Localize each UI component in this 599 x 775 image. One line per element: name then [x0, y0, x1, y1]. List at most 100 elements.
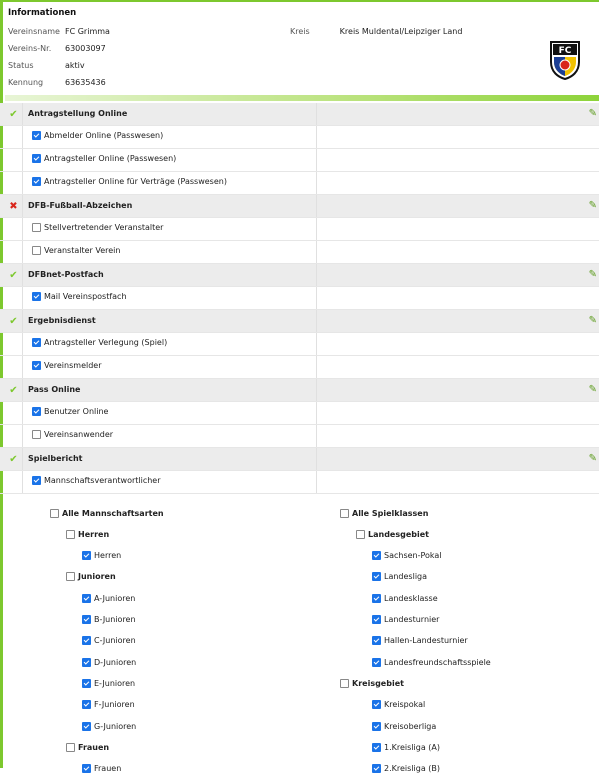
edit-icon[interactable]: ✎ — [589, 200, 597, 211]
tree-checkbox[interactable] — [82, 593, 91, 603]
edit-icon[interactable]: ✎ — [589, 315, 597, 326]
tree-label: Frauen — [78, 742, 110, 752]
permission-item[interactable]: Benutzer Online — [32, 407, 108, 416]
tree-checkbox[interactable] — [372, 572, 381, 582]
permission-item[interactable]: Vereinsmelder — [32, 361, 102, 370]
team-type-item[interactable]: G-Junioren — [82, 720, 136, 732]
permission-checkbox[interactable] — [32, 154, 41, 163]
tree-checkbox[interactable] — [372, 657, 381, 667]
permission-checkbox[interactable] — [32, 292, 41, 301]
tree-checkbox[interactable] — [372, 593, 381, 603]
permission-row: Vereinsmelder — [0, 356, 599, 379]
permission-checkbox[interactable] — [32, 177, 41, 186]
team-type-item[interactable]: D-Junioren — [82, 656, 136, 668]
team-type-item[interactable]: Herren — [66, 528, 109, 540]
tree-checkbox[interactable] — [372, 636, 381, 646]
team-type-item[interactable]: Frauen — [82, 763, 121, 775]
permission-label: Benutzer Online — [44, 407, 109, 416]
tree-checkbox[interactable] — [340, 678, 349, 688]
tree-checkbox[interactable] — [82, 678, 91, 688]
league-item[interactable]: Landesfreundschaftsspiele — [372, 656, 491, 668]
permission-item[interactable]: Antragsteller Online für Verträge (Passw… — [32, 177, 227, 186]
edit-icon[interactable]: ✎ — [589, 108, 597, 119]
tree-checkbox[interactable] — [82, 700, 91, 710]
league-item[interactable]: Sachsen-Pokal — [372, 550, 442, 562]
tree-checkbox[interactable] — [372, 721, 381, 731]
team-type-item[interactable]: F-Junioren — [82, 699, 135, 711]
permission-item[interactable]: Antragsteller Verlegung (Spiel) — [32, 338, 167, 347]
team-type-item[interactable]: A-Junioren — [82, 592, 135, 604]
permission-item[interactable]: Stellvertretender Veranstalter — [32, 223, 163, 232]
permission-checkbox[interactable] — [32, 407, 41, 416]
tree-label: A-Junioren — [94, 593, 136, 603]
team-type-item[interactable]: E-Junioren — [82, 677, 135, 689]
check-icon: ✔ — [9, 384, 18, 396]
tree-checkbox[interactable] — [372, 742, 381, 752]
league-item[interactable]: Alle Spielklassen — [340, 507, 428, 519]
permission-item[interactable]: Mannschaftsverantwortlicher — [32, 476, 161, 485]
tree-checkbox[interactable] — [372, 764, 381, 774]
permission-checkbox[interactable] — [32, 476, 41, 485]
league-item[interactable]: 2.Kreisliga (B) — [372, 763, 440, 775]
league-item[interactable]: Landesklasse — [372, 592, 438, 604]
permission-checkbox[interactable] — [32, 246, 41, 255]
league-item[interactable]: 1.Kreisliga (A) — [372, 741, 440, 753]
league-item[interactable]: Kreisoberliga — [372, 720, 436, 732]
permission-item[interactable]: Veranstalter Verein — [32, 246, 120, 255]
tree-checkbox[interactable] — [356, 529, 365, 539]
section-header: ✖ DFB-Fußball-Abzeichen ✎ — [0, 195, 599, 218]
permission-row: Abmelder Online (Passwesen) — [0, 126, 599, 149]
team-type-item[interactable]: B-Junioren — [82, 614, 136, 626]
league-item[interactable]: Kreisgebiet — [340, 677, 404, 689]
info-panel: Informationen Vereinsname FC Grimma Verei… — [8, 8, 593, 93]
tree-checkbox[interactable] — [372, 700, 381, 710]
section-divider — [5, 95, 599, 101]
league-item[interactable]: Hallen-Landesturnier — [372, 635, 468, 647]
tree-label: Kreisgebiet — [352, 678, 404, 688]
league-item[interactable]: Kreispokal — [372, 699, 425, 711]
permission-label: Abmelder Online (Passwesen) — [44, 131, 164, 140]
permission-checkbox[interactable] — [32, 430, 41, 439]
tree-label: B-Junioren — [94, 615, 136, 624]
permission-item[interactable]: Antragsteller Online (Passwesen) — [32, 154, 176, 163]
permission-item[interactable]: Mail Vereinspostfach — [32, 292, 127, 301]
league-item[interactable]: Landesturnier — [372, 614, 439, 626]
edit-icon[interactable]: ✎ — [589, 453, 597, 464]
permission-checkbox[interactable] — [32, 223, 41, 232]
tree-checkbox[interactable] — [82, 764, 91, 774]
tree-checkbox[interactable] — [66, 572, 75, 582]
kreis-label: Kreis — [290, 27, 310, 36]
tree-checkbox[interactable] — [82, 636, 91, 646]
league-item[interactable]: Landesliga — [372, 571, 427, 583]
team-type-item[interactable]: Frauen — [66, 741, 109, 753]
permission-row: Antragsteller Online (Passwesen) — [0, 149, 599, 172]
league-item[interactable]: Landesgebiet — [356, 528, 429, 540]
permission-item[interactable]: Vereinsanwender — [32, 430, 113, 439]
tree-label: Kreispokal — [384, 700, 426, 710]
tree-checkbox[interactable] — [82, 551, 91, 561]
kreis-row: Kreis Kreis Muldental/Leipziger Land — [290, 27, 462, 36]
permission-label: Mannschaftsverantwortlicher — [44, 476, 161, 485]
permission-checkbox[interactable] — [32, 131, 41, 140]
team-type-item[interactable]: Alle Mannschaftsarten — [50, 507, 164, 519]
tree-label: Landesgebiet — [368, 529, 429, 539]
team-type-item[interactable]: Junioren — [66, 571, 116, 583]
permission-item[interactable]: Abmelder Online (Passwesen) — [32, 131, 163, 140]
tree-checkbox[interactable] — [82, 657, 91, 667]
tree-checkbox[interactable] — [66, 742, 75, 752]
team-type-item[interactable]: C-Junioren — [82, 635, 136, 647]
tree-checkbox[interactable] — [50, 508, 59, 518]
tree-checkbox[interactable] — [66, 529, 75, 539]
tree-checkbox[interactable] — [340, 508, 349, 518]
section-title: Ergebnisdienst — [28, 316, 96, 325]
permission-checkbox[interactable] — [32, 361, 41, 370]
tree-checkbox[interactable] — [372, 551, 381, 561]
edit-icon[interactable]: ✎ — [589, 384, 597, 395]
edit-icon[interactable]: ✎ — [589, 269, 597, 280]
tree-checkbox[interactable] — [82, 721, 91, 731]
permission-checkbox[interactable] — [32, 338, 41, 347]
team-type-item[interactable]: Herren — [82, 550, 121, 562]
tree-checkbox[interactable] — [372, 615, 381, 624]
tree-checkbox[interactable] — [82, 615, 91, 624]
permission-row: Antragsteller Online für Verträge (Passw… — [0, 172, 599, 195]
